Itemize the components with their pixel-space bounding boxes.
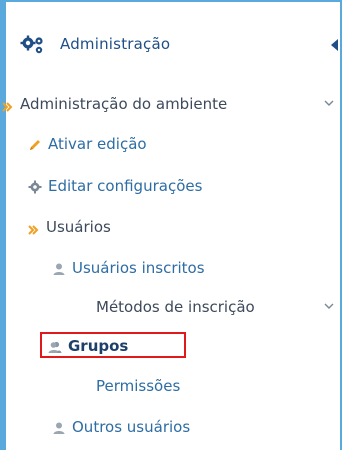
block-title: Administração — [60, 35, 171, 53]
tree-item-label: Usuários inscritos — [72, 259, 205, 277]
tree-item-other-users[interactable]: Outros usuários — [52, 413, 342, 441]
gear-icon — [28, 179, 42, 194]
chevron-down-icon[interactable] — [324, 301, 334, 311]
tree-item-label: Métodos de inscrição — [96, 298, 255, 316]
caret-left-icon[interactable] — [331, 39, 338, 51]
tree-item-label: Administração do ambiente — [20, 95, 228, 113]
users-icon — [48, 339, 62, 353]
tree-item-label: Grupos — [68, 337, 129, 355]
user-icon — [52, 261, 66, 275]
tree-item-label: Ativar edição — [48, 135, 147, 153]
pencil-icon — [28, 137, 42, 151]
chevron-down-icon[interactable] — [324, 98, 334, 108]
tree-item-label: Editar configurações — [48, 177, 203, 195]
tree-item-permissions[interactable]: Permissões — [96, 372, 342, 400]
tree-item-label: Usuários — [46, 218, 111, 236]
tree-item-enrolled-users[interactable]: Usuários inscritos — [52, 254, 342, 282]
tree-item-enrolment-methods[interactable]: Métodos de inscrição — [6, 293, 342, 321]
cogs-icon — [20, 35, 50, 55]
tree-item-site-administration[interactable]: Administração do ambiente — [2, 90, 342, 118]
tree-item-users[interactable]: Usuários — [28, 213, 342, 241]
tree-item-label: Permissões — [96, 377, 181, 395]
tree-item-edit-settings[interactable]: Editar configurações — [28, 172, 342, 200]
tree-item-label: Outros usuários — [72, 418, 191, 436]
double-chevron-right-icon — [28, 221, 40, 235]
tree-item-groups[interactable]: Grupos — [48, 332, 342, 360]
block-header: Administração — [6, 2, 342, 82]
tree-item-activate-editing[interactable]: Ativar edição — [28, 130, 342, 158]
double-chevron-right-icon — [2, 98, 14, 112]
administration-block: Administração Administração do ambiente … — [0, 0, 342, 450]
user-icon — [52, 420, 66, 434]
